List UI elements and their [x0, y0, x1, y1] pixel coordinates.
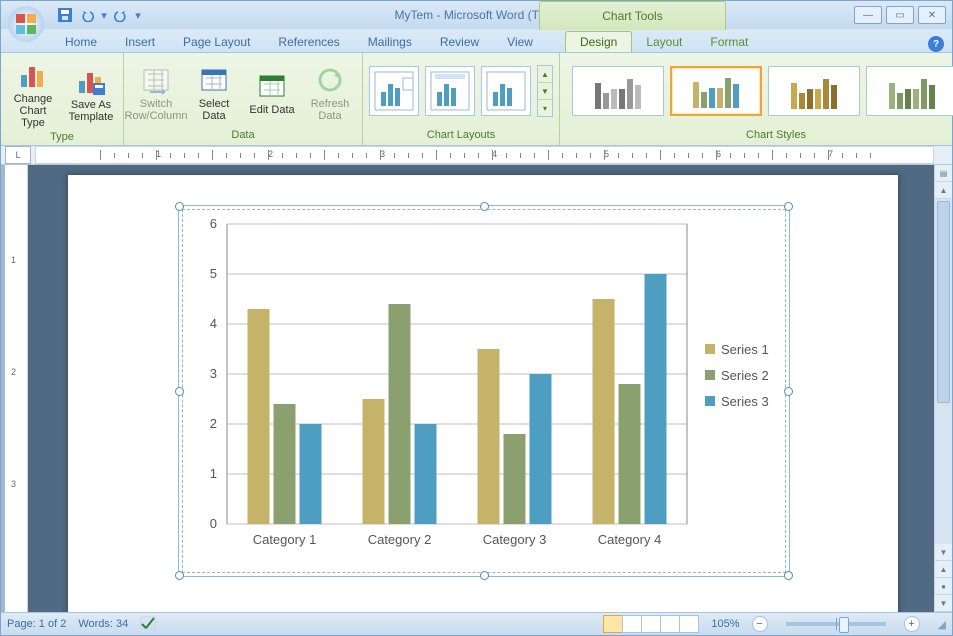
- ruler-toggle[interactable]: ▤: [935, 165, 952, 182]
- vertical-ruler[interactable]: 123: [5, 165, 28, 612]
- status-words[interactable]: Words: 34: [78, 618, 128, 630]
- zoom-out[interactable]: −: [752, 616, 768, 632]
- ribbon: Change Chart Type Save As Template Type …: [1, 53, 952, 146]
- tab-mailings[interactable]: Mailings: [354, 32, 426, 52]
- scroll-thumb[interactable]: [937, 201, 950, 403]
- tab-layout[interactable]: Layout: [632, 32, 696, 52]
- select-data-button[interactable]: Select Data: [188, 60, 240, 122]
- document-area[interactable]: 0 1 2 3 4 5 6 Category 1 Category 2 Category 3 Cat…: [28, 165, 934, 612]
- status-page[interactable]: Page: 1 of 2: [7, 618, 66, 630]
- tab-insert[interactable]: Insert: [111, 32, 169, 52]
- chart-canvas: 0 1 2 3 4 5 6 Category 1 Category 2 Category 3 Cat…: [179, 206, 789, 576]
- group-chart-layouts: ▲▼▾ Chart Layouts: [363, 53, 560, 145]
- svg-text:Category 1: Category 1: [253, 532, 317, 547]
- resize-handle[interactable]: [480, 571, 489, 580]
- tab-page-layout[interactable]: Page Layout: [169, 32, 264, 52]
- chart-style-option[interactable]: [768, 66, 860, 116]
- resize-handle[interactable]: [784, 387, 793, 396]
- browse-object[interactable]: ●: [935, 578, 952, 595]
- svg-text:Series 1: Series 1: [721, 342, 769, 357]
- tab-review[interactable]: Review: [426, 32, 493, 52]
- resize-handle[interactable]: [480, 202, 489, 211]
- svg-text:Category 3: Category 3: [483, 532, 547, 547]
- tab-references[interactable]: References: [264, 32, 353, 52]
- page: 0 1 2 3 4 5 6 Category 1 Category 2 Category 3 Cat…: [68, 175, 898, 612]
- scroll-down[interactable]: ▼: [935, 544, 952, 561]
- tab-selector[interactable]: L: [5, 146, 31, 164]
- spellcheck-icon[interactable]: [140, 616, 156, 633]
- scroll-up[interactable]: ▲: [935, 182, 952, 199]
- switch-row-column-button: Switch Row/Column: [130, 60, 182, 122]
- ribbon-tabs: Chart Tools Home Insert Page Layout Refe…: [1, 29, 952, 53]
- group-type: Change Chart Type Save As Template Type: [1, 53, 124, 145]
- maximize-button[interactable]: ▭: [886, 6, 914, 24]
- svg-text:6: 6: [210, 216, 217, 231]
- title-bar: ▾ ▾ MyTem - Microsoft Word (Trial) — ▭ ✕: [1, 1, 952, 29]
- chart-layout-option[interactable]: [369, 66, 419, 116]
- save-button[interactable]: [55, 5, 75, 25]
- minimize-button[interactable]: —: [854, 6, 882, 24]
- tab-view[interactable]: View: [493, 32, 547, 52]
- chart-object[interactable]: 0 1 2 3 4 5 6 Category 1 Category 2 Category 3 Cat…: [178, 205, 790, 577]
- horizontal-ruler[interactable]: 1234567: [35, 146, 934, 164]
- help-icon[interactable]: ?: [928, 36, 944, 52]
- chart-style-option[interactable]: [670, 66, 762, 116]
- layouts-scroll[interactable]: ▲▼▾: [537, 65, 553, 117]
- svg-text:Series 3: Series 3: [721, 394, 769, 409]
- view-outline[interactable]: [660, 615, 680, 633]
- resize-handle[interactable]: [784, 202, 793, 211]
- view-web-layout[interactable]: [641, 615, 661, 633]
- svg-text:1: 1: [210, 466, 217, 481]
- chart-layout-option[interactable]: [481, 66, 531, 116]
- resize-handle[interactable]: [175, 571, 184, 580]
- resize-handle[interactable]: [175, 202, 184, 211]
- status-bar: Page: 1 of 2 Words: 34 105% − + ◢: [1, 612, 952, 635]
- chart-style-option[interactable]: [866, 66, 953, 116]
- zoom-level[interactable]: 105%: [711, 618, 739, 630]
- close-button[interactable]: ✕: [918, 6, 946, 24]
- tab-format[interactable]: Format: [696, 32, 762, 52]
- zoom-in[interactable]: +: [904, 616, 920, 632]
- svg-text:4: 4: [210, 316, 217, 331]
- quick-access-toolbar: ▾ ▾: [55, 5, 143, 25]
- view-full-screen[interactable]: [622, 615, 642, 633]
- svg-text:2: 2: [210, 416, 217, 431]
- svg-text:5: 5: [210, 266, 217, 281]
- window-title: MyTem - Microsoft Word (Trial): [1, 8, 952, 22]
- tab-home[interactable]: Home: [51, 32, 111, 52]
- resize-handle[interactable]: [784, 571, 793, 580]
- chart-layout-option[interactable]: [425, 66, 475, 116]
- save-as-template-button[interactable]: Save As Template: [65, 61, 117, 123]
- vertical-scrollbar[interactable]: ▤ ▲ ▼ ▲ ● ▼: [934, 165, 952, 612]
- svg-text:Category 4: Category 4: [598, 532, 662, 547]
- group-chart-styles: ▲▼▾ Chart Styles: [560, 53, 953, 145]
- resize-handle[interactable]: [175, 387, 184, 396]
- svg-text:3: 3: [210, 366, 217, 381]
- next-page[interactable]: ▼: [935, 595, 952, 612]
- prev-page[interactable]: ▲: [935, 561, 952, 578]
- horizontal-ruler-row: L 1234567: [1, 146, 952, 165]
- tab-design[interactable]: Design: [565, 31, 632, 52]
- svg-text:Category 2: Category 2: [368, 532, 432, 547]
- chart-style-option[interactable]: [572, 66, 664, 116]
- view-draft[interactable]: [679, 615, 699, 633]
- svg-text:Series 2: Series 2: [721, 368, 769, 383]
- undo-menu[interactable]: ▾: [99, 5, 109, 25]
- group-data: Switch Row/Column Select Data Edit Data …: [124, 53, 363, 145]
- refresh-data-button: Refresh Data: [304, 60, 356, 122]
- redo-button[interactable]: [111, 5, 131, 25]
- zoom-knob[interactable]: [839, 617, 849, 633]
- app-window: ▾ ▾ MyTem - Microsoft Word (Trial) — ▭ ✕…: [0, 0, 953, 636]
- workspace: 123 0123456Category 1Category 2Category …: [1, 165, 952, 612]
- view-buttons: [604, 615, 699, 633]
- view-print-layout[interactable]: [603, 615, 623, 633]
- resize-grip[interactable]: ◢: [938, 618, 946, 631]
- zoom-slider[interactable]: [786, 622, 886, 626]
- edit-data-button[interactable]: Edit Data: [246, 66, 298, 116]
- office-button[interactable]: [7, 5, 45, 43]
- svg-text:0: 0: [210, 516, 217, 531]
- change-chart-type-button[interactable]: Change Chart Type: [7, 55, 59, 129]
- qat-customize[interactable]: ▾: [133, 5, 143, 25]
- undo-button[interactable]: [77, 5, 97, 25]
